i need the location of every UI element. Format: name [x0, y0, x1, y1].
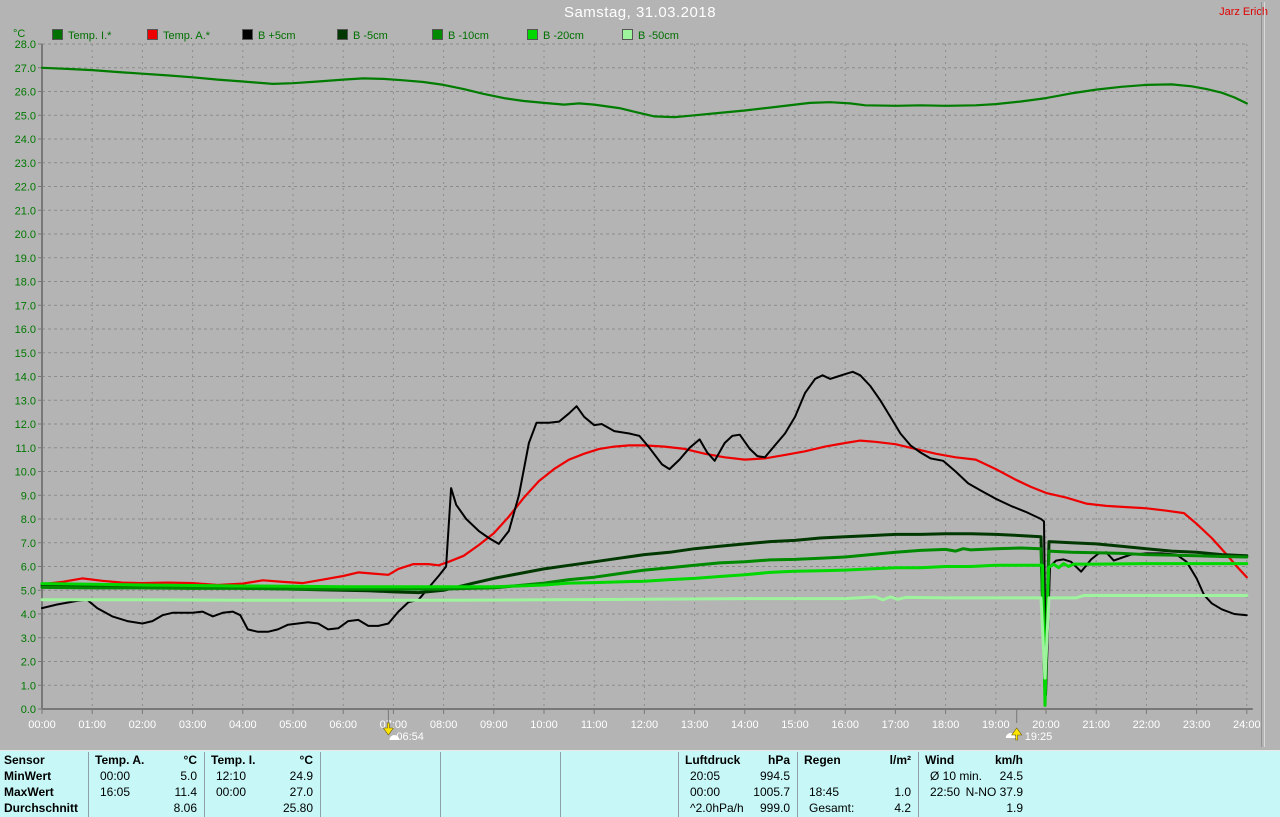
y-tick-label: 24.0 — [15, 134, 36, 146]
table-col-unit: km/h — [925, 752, 1023, 768]
table-divider — [204, 752, 205, 817]
y-tick-label: 10.0 — [15, 467, 36, 479]
table-cell-value: 994.5 — [685, 768, 790, 784]
table-cell-value: 1.0 — [804, 784, 911, 800]
y-tick-label: 0.0 — [21, 704, 36, 716]
table-col-unit: °C — [211, 752, 313, 768]
x-tick-label: 10:00 — [530, 719, 558, 731]
table-divider — [918, 752, 919, 817]
x-tick-label: 19:00 — [982, 719, 1010, 731]
x-tick-label: 06:00 — [329, 719, 357, 731]
x-tick-label: 02:00 — [129, 719, 157, 731]
table-divider — [88, 752, 89, 817]
y-tick-label: 25.0 — [15, 110, 36, 122]
y-tick-label: 17.0 — [15, 300, 36, 312]
y-tick-label: 3.0 — [21, 633, 36, 645]
y-tick-label: 26.0 — [15, 87, 36, 99]
y-tick-label: 16.0 — [15, 324, 36, 336]
x-tick-label: 15:00 — [781, 719, 809, 731]
y-tick-label: 19.0 — [15, 253, 36, 265]
x-tick-label: 18:00 — [932, 719, 960, 731]
y-tick-label: 1.0 — [21, 680, 36, 692]
table-cell-value: 1005.7 — [685, 784, 790, 800]
table-cell-value: N-NO 37.9 — [925, 784, 1023, 800]
x-tick-label: 17:00 — [882, 719, 910, 731]
table-cell-value: 27.0 — [211, 784, 313, 800]
x-tick-label: 21:00 — [1082, 719, 1110, 731]
table-cell-value: 11.4 — [95, 784, 197, 800]
table-row-header: Sensor — [4, 752, 86, 768]
series-line-b-5cm — [42, 372, 1247, 695]
y-tick-label: 18.0 — [15, 277, 36, 289]
sunrise-time-label: 06:54 — [396, 731, 424, 743]
weather-app-window: Samstag, 31.03.2018 Jarz Erich °C Temp. … — [0, 0, 1280, 817]
x-tick-label: 03:00 — [179, 719, 207, 731]
table-col-unit: °C — [95, 752, 197, 768]
sunset-icon — [1012, 728, 1022, 740]
x-tick-label: 12:00 — [631, 719, 659, 731]
x-tick-label: 07:00 — [380, 719, 408, 731]
series-line-b-10cm — [42, 548, 1247, 688]
y-tick-label: 21.0 — [15, 205, 36, 217]
x-tick-label: 14:00 — [731, 719, 759, 731]
table-divider — [320, 752, 321, 817]
x-tick-label: 09:00 — [480, 719, 508, 731]
table-cell-value: 25.80 — [211, 800, 313, 816]
table-divider — [440, 752, 441, 817]
y-tick-label: 22.0 — [15, 182, 36, 194]
x-tick-label: 16:00 — [831, 719, 859, 731]
y-tick-label: 11.0 — [15, 443, 36, 455]
table-row-header: MinWert — [4, 768, 86, 784]
sunset-time-label: 19:25 — [1025, 731, 1053, 743]
table-cell-value: 24.9 — [211, 768, 313, 784]
temperature-chart: 0.0 1.0 2.0 3.0 4.0 5.0 6.0 7.0 8.0 9.0 10.0 11.0 12… — [0, 0, 1280, 748]
table-cell-value: 999.0 — [685, 800, 790, 816]
y-tick-label: 20.0 — [15, 229, 36, 241]
table-cell-value: 8.06 — [95, 800, 197, 816]
x-tick-label: 22:00 — [1133, 719, 1161, 731]
y-tick-label: 8.0 — [21, 514, 36, 526]
table-cell-value: 24.5 — [925, 768, 1023, 784]
y-tick-label: 2.0 — [21, 657, 36, 669]
window-border-highlight — [1264, 2, 1265, 747]
x-tick-label: 08:00 — [430, 719, 458, 731]
x-tick-label: 00:00 — [28, 719, 56, 731]
y-tick-label: 28.0 — [15, 39, 36, 51]
y-tick-label: 23.0 — [15, 158, 36, 170]
table-cell-value: 4.2 — [804, 800, 911, 816]
table-row-header: MaxWert — [4, 784, 86, 800]
summary-table: SensorMinWertMaxWertDurchschnittTemp. A.… — [0, 750, 1280, 817]
x-tick-label: 11:00 — [581, 719, 608, 731]
table-col-unit: l/m² — [804, 752, 911, 768]
y-tick-label: 6.0 — [21, 562, 36, 574]
window-border — [1261, 2, 1262, 747]
x-tick-label: 05:00 — [279, 719, 307, 731]
x-tick-label: 24:00 — [1233, 719, 1261, 731]
x-tick-label: 04:00 — [229, 719, 257, 731]
y-tick-label: 9.0 — [21, 490, 36, 502]
table-row-header: Durchschnitt — [4, 800, 86, 816]
y-tick-label: 12.0 — [15, 419, 36, 431]
table-cell-value: 1.9 — [925, 800, 1023, 816]
table-divider — [797, 752, 798, 817]
y-tick-label: 4.0 — [21, 609, 36, 621]
table-col-unit: hPa — [685, 752, 790, 768]
y-tick-label: 15.0 — [15, 348, 36, 360]
y-tick-label: 5.0 — [21, 585, 36, 597]
series-line-b-50cm — [42, 596, 1247, 679]
x-tick-label: 20:00 — [1032, 719, 1060, 731]
y-tick-label: 14.0 — [15, 372, 36, 384]
y-tick-label: 7.0 — [21, 538, 36, 550]
table-cell-value: 5.0 — [95, 768, 197, 784]
x-tick-label: 13:00 — [681, 719, 709, 731]
y-tick-label: 13.0 — [15, 395, 36, 407]
y-tick-label: 27.0 — [15, 63, 36, 75]
x-tick-label: 23:00 — [1183, 719, 1211, 731]
table-divider — [678, 752, 679, 817]
table-divider — [560, 752, 561, 817]
x-tick-label: 01:00 — [78, 719, 106, 731]
